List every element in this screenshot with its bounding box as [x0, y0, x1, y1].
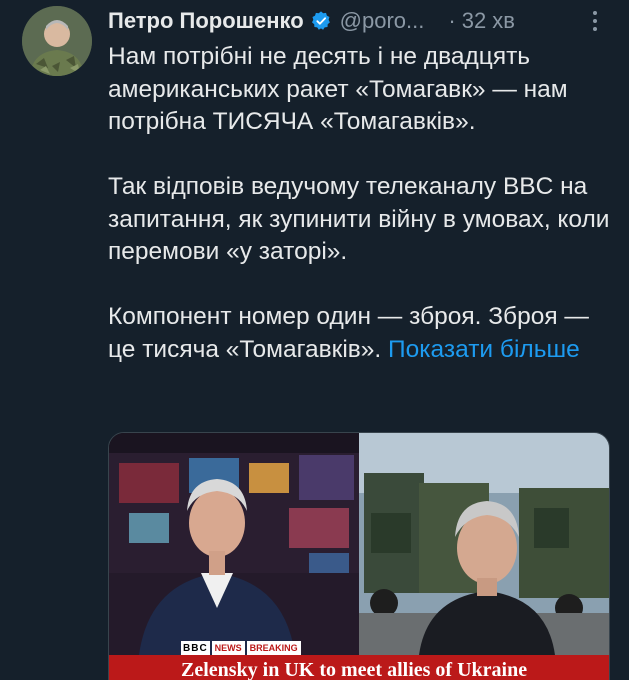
tweet-timestamp[interactable]: 32 хв — [462, 8, 515, 34]
author-name[interactable]: Петро Порошенко — [108, 8, 304, 34]
avatar[interactable] — [22, 6, 92, 76]
separator-dot: · — [448, 8, 456, 33]
breaking-label: BREAKING — [246, 641, 301, 655]
news-headline: Zelensky in UK to meet allies of Ukraine — [181, 659, 528, 680]
tweet-header: Петро Порошенко @poro... · 32 хв — [108, 6, 605, 36]
verified-badge-icon — [310, 10, 332, 32]
bbc-logo: BBC — [181, 641, 210, 655]
tweet-text: Нам потрібні не десять і не двадцять аме… — [108, 41, 613, 366]
news-label: NEWS — [211, 641, 245, 655]
tweet-media-image[interactable]: BBC NEWS BREAKING Zelensky in UK to meet… — [108, 432, 610, 680]
more-options-icon[interactable] — [585, 6, 605, 36]
show-more-link[interactable]: Показати більше — [388, 336, 580, 363]
tweet-paragraph: Так відповів ведучому телеканалу BBC на … — [108, 173, 610, 265]
tweet-paragraph: Компонент номер один — зброя. Зброя — це… — [108, 301, 613, 366]
tweet-paragraph: Нам потрібні не десять і не двадцять аме… — [108, 43, 568, 135]
author-handle[interactable]: @poro... — [340, 8, 425, 34]
headline-bar: Zelensky in UK to meet allies of Ukraine — [109, 655, 609, 680]
avatar-image — [22, 6, 92, 76]
